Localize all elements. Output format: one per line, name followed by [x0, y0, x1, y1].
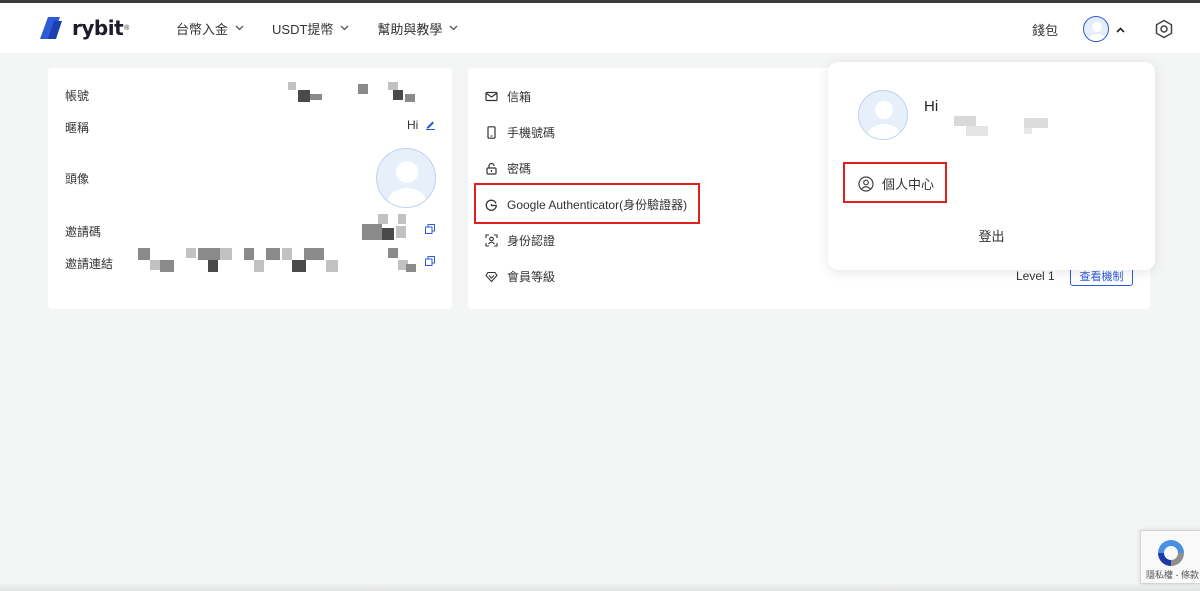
nav-item-label: USDT提幣: [272, 21, 334, 37]
account-label: 帳號: [65, 89, 90, 103]
logout-button[interactable]: 登出: [828, 226, 1155, 245]
avatar-icon: [387, 161, 427, 207]
security-item-password[interactable]: 密碼: [485, 160, 531, 177]
logo-registered-mark: ®: [124, 24, 130, 32]
rybit-logo[interactable]: rybit ®: [40, 16, 129, 40]
user-avatar-button[interactable]: [1083, 16, 1109, 42]
avatar-icon: [1088, 22, 1106, 41]
top-header: rybit ® 台幣入金 USDT提幣 幫助與教學 錢包: [0, 3, 1200, 53]
lock-icon: [486, 162, 497, 175]
chevron-up-icon[interactable]: [1116, 27, 1125, 33]
highlight-box-google-authenticator: [474, 183, 700, 224]
chevron-down-icon: [449, 25, 458, 31]
account-info-card: 帳號 暱稱 Hi 頭像 邀請碼 邀請連結: [48, 68, 452, 309]
wallet-link[interactable]: 錢包: [1032, 20, 1058, 39]
membership-level-value: Level 1: [1016, 269, 1055, 283]
security-item-email[interactable]: 信箱: [485, 88, 531, 105]
nav-item-label: 台幣入金: [176, 21, 229, 37]
id-scan-icon: [485, 234, 498, 247]
nav-item-label: 幫助與教學: [377, 21, 443, 37]
phone-icon: [487, 126, 496, 139]
nickname-label: 暱稱: [65, 121, 90, 135]
logo-mark-icon: [40, 17, 62, 39]
avatar-icon: [867, 101, 901, 139]
user-menu-avatar: [858, 90, 908, 140]
user-menu-greeting: Hi: [924, 98, 939, 115]
security-item-label: 密碼: [507, 162, 532, 176]
copy-icon[interactable]: [425, 224, 435, 234]
recaptcha-logo-icon: [1158, 540, 1184, 566]
diamond-icon: [485, 271, 498, 283]
avatar-label: 頭像: [65, 172, 90, 186]
mail-icon: [485, 91, 498, 102]
nickname-value: Hi: [407, 118, 419, 132]
main-nav: 台幣入金 USDT提幣 幫助與教學: [176, 3, 486, 53]
security-item-label: 手機號碼: [507, 126, 556, 140]
nav-item-twd-deposit[interactable]: 台幣入金: [176, 19, 244, 38]
edit-pencil-icon[interactable]: [425, 119, 436, 130]
security-item-label: 信箱: [507, 90, 532, 104]
security-item-label: 會員等級: [507, 270, 556, 284]
recaptcha-badge[interactable]: 隱私權 - 條款: [1140, 530, 1200, 584]
nav-item-usdt-withdraw[interactable]: USDT提幣: [272, 19, 349, 38]
copy-icon[interactable]: [425, 256, 435, 266]
security-item-phone[interactable]: 手機號碼: [485, 124, 555, 141]
profile-avatar[interactable]: [376, 148, 436, 208]
security-item-membership[interactable]: 會員等級: [485, 268, 555, 285]
invite-link-label: 邀請連結: [65, 257, 114, 271]
chevron-down-icon: [235, 25, 244, 31]
logo-text: rybit: [72, 16, 124, 40]
highlight-box-personal-center: [843, 162, 947, 203]
invite-code-label: 邀請碼: [65, 225, 102, 239]
recaptcha-terms-text[interactable]: 隱私權 - 條款: [1146, 568, 1199, 581]
settings-hexagon-icon[interactable]: [1154, 19, 1174, 39]
security-item-identity[interactable]: 身份認證: [485, 232, 555, 249]
security-item-label: 身份認證: [507, 234, 556, 248]
bottom-shadow: [0, 583, 1200, 591]
chevron-down-icon: [340, 25, 349, 31]
nav-item-help[interactable]: 幫助與教學: [377, 19, 458, 38]
